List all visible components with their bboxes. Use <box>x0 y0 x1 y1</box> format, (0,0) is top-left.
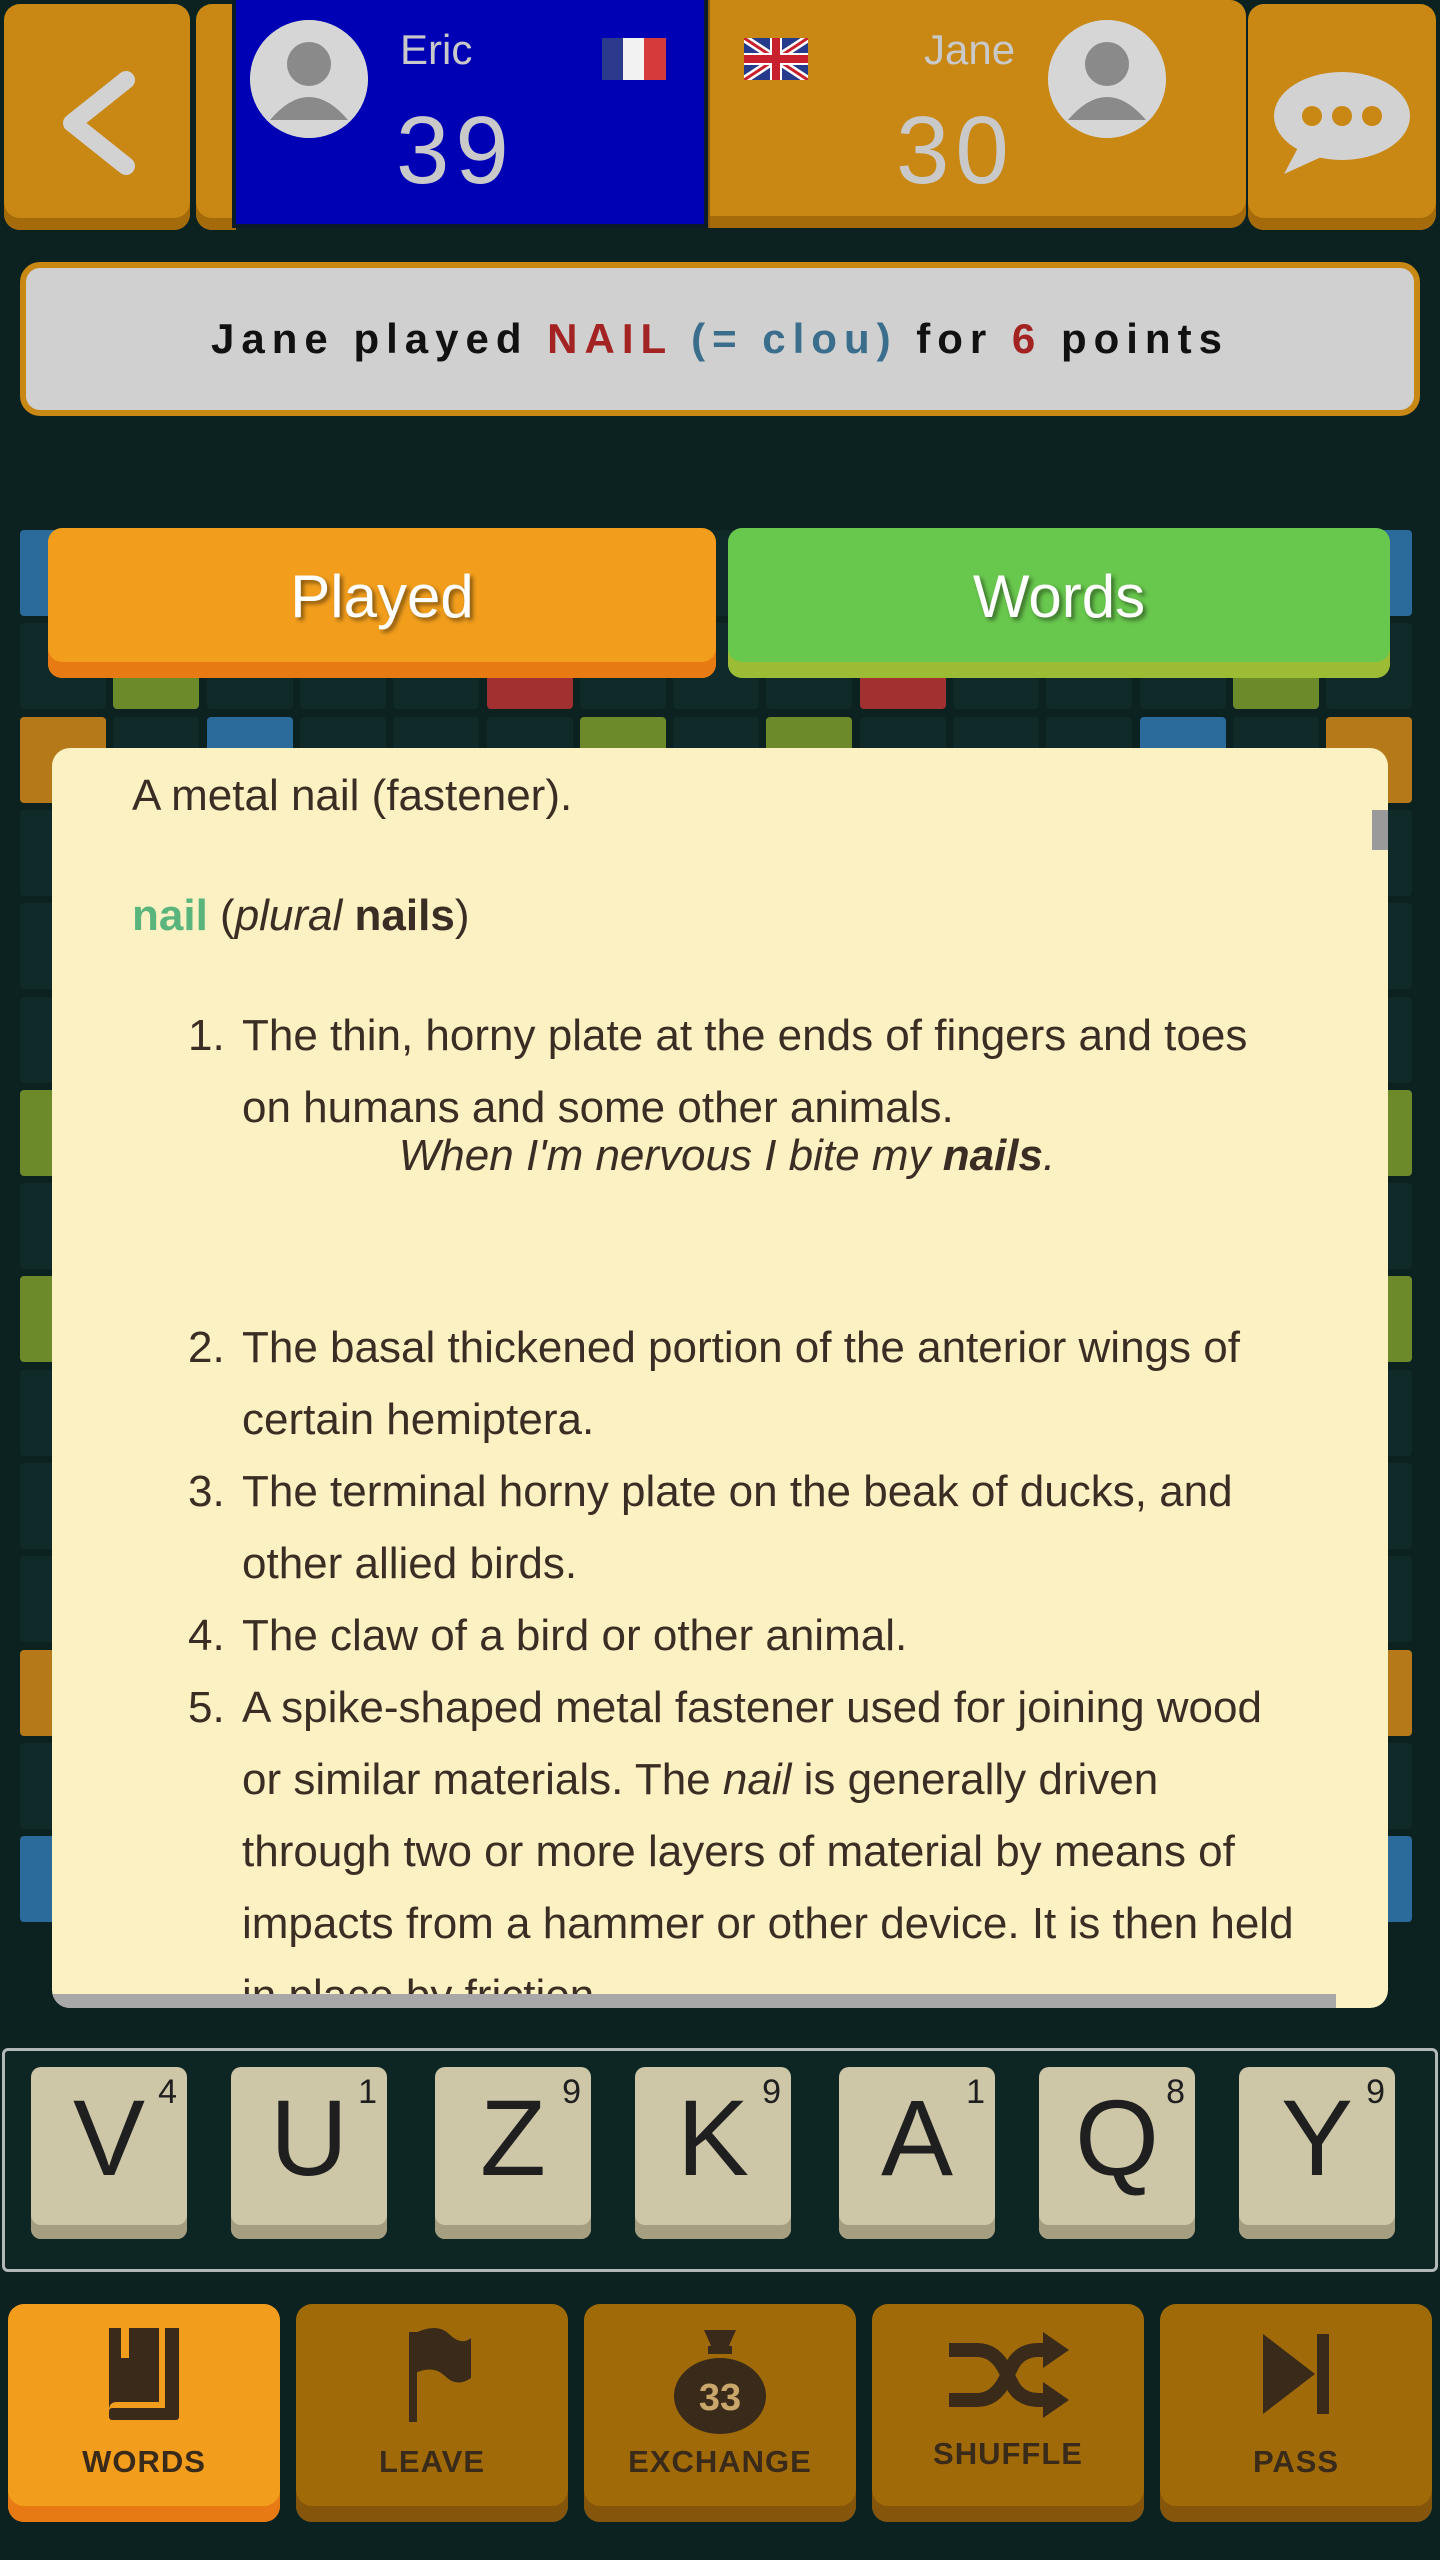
exchange-button[interactable]: 33 EXCHANGE <box>584 2304 856 2522</box>
words-button[interactable]: WORDS <box>8 2304 280 2522</box>
opponent-name: Jane <box>924 26 1016 73</box>
tile-rack: V4 U1 Z9 K9 A1 Q8 Y9 <box>2 2048 1438 2272</box>
chevron-left-icon <box>63 71 135 175</box>
skip-icon <box>1263 2334 1329 2414</box>
word-translation: (= clou) <box>691 315 898 362</box>
player-card-me: Eric 39 <box>232 0 708 228</box>
france-flag-icon <box>602 38 666 80</box>
letter-tile[interactable]: U1 <box>231 2067 387 2239</box>
sense-item: 2. The basal thickened portion of the an… <box>188 1323 1240 1444</box>
book-icon <box>109 2328 179 2420</box>
bag-icon: 33 <box>674 2330 766 2434</box>
svg-text:33: 33 <box>699 2377 741 2419</box>
leave-button[interactable]: LEAVE <box>296 2304 568 2522</box>
points-value: 6 <box>1011 315 1043 362</box>
sense-item: 4. The claw of a bird or other animal. <box>188 1611 908 1660</box>
shuffle-icon <box>949 2332 1069 2418</box>
tile-points: 9 <box>1366 2073 1385 2111</box>
vertical-scrollbar[interactable] <box>1372 810 1388 850</box>
last-move-text: Jane played NAIL (= clou) for 6 points <box>211 315 1229 362</box>
player-score: 39 <box>396 97 515 204</box>
user-icon <box>1048 20 1166 138</box>
tile-points: 1 <box>966 2073 985 2111</box>
horizontal-scrollbar[interactable] <box>52 1994 1336 2008</box>
sense-item: 5. A spike-shaped metal fastener used fo… <box>188 1683 1294 2008</box>
opponent-score: 30 <box>896 97 1015 204</box>
sense-item: 3. The terminal horny plate on the beak … <box>188 1467 1233 1588</box>
played-word: NAIL <box>547 315 673 362</box>
user-icon <box>250 20 368 138</box>
letter-tile[interactable]: K9 <box>635 2067 791 2239</box>
player-name: Eric <box>400 26 473 73</box>
header-divider <box>196 4 236 230</box>
letter-tile[interactable]: V4 <box>31 2067 187 2239</box>
avatar <box>1048 20 1166 138</box>
tile-points: 1 <box>358 2073 377 2111</box>
definition-intro: A metal nail (fastener). <box>132 771 573 820</box>
player-card-opponent: Jane 30 <box>708 0 1246 228</box>
speech-bubble-icon <box>1274 72 1410 174</box>
back-button[interactable] <box>4 4 190 230</box>
usage-example: When I'm nervous I bite my nails. <box>398 1131 1056 1180</box>
letter-tile[interactable]: A1 <box>839 2067 995 2239</box>
definition-panel[interactable]: A metal nail (fastener). nail (plural na… <box>52 748 1388 2008</box>
pass-button[interactable]: PASS <box>1160 2304 1432 2522</box>
letter-tile[interactable]: Z9 <box>435 2067 591 2239</box>
chat-button[interactable] <box>1248 4 1436 230</box>
letter-tile[interactable]: Q8 <box>1039 2067 1195 2239</box>
plural-form: nails <box>354 891 455 940</box>
tab-words[interactable]: Words <box>728 528 1390 678</box>
headword-line: nail (plural nails) <box>132 891 470 940</box>
tile-points: 8 <box>1166 2073 1185 2111</box>
uk-flag-icon <box>744 38 808 80</box>
last-move-banner: Jane played NAIL (= clou) for 6 points <box>20 262 1420 416</box>
tab-played[interactable]: Played <box>48 528 716 678</box>
tile-points: 9 <box>762 2073 781 2111</box>
flag-icon <box>409 2328 471 2422</box>
letter-tile[interactable]: Y9 <box>1239 2067 1395 2239</box>
tile-points: 4 <box>158 2073 177 2111</box>
avatar <box>250 20 368 138</box>
shuffle-button[interactable]: SHUFFLE <box>872 2304 1144 2522</box>
tile-points: 9 <box>562 2073 581 2111</box>
headword: nail <box>132 891 208 940</box>
